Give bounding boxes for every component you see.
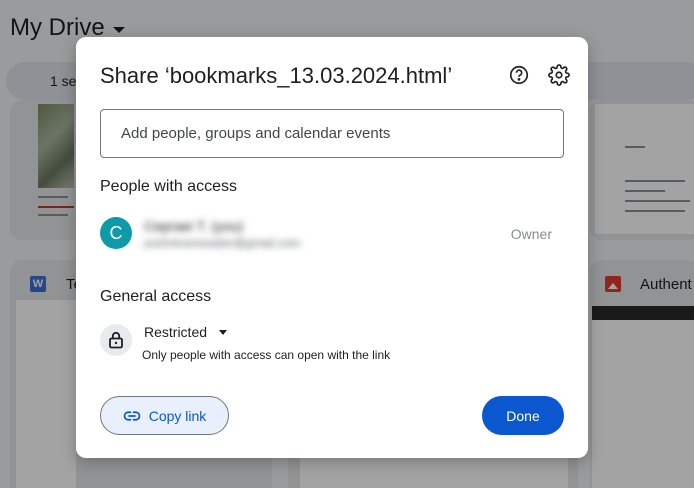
- dialog-title: Share ‘bookmarks_13.03.2024.html’: [100, 63, 453, 88]
- lock-icon: [100, 324, 132, 356]
- help-circle-icon[interactable]: [508, 64, 530, 86]
- avatar: C: [100, 217, 132, 249]
- copy-link-label: Copy link: [148, 407, 207, 424]
- person-role: Owner: [510, 226, 552, 242]
- general-access-heading: General access: [100, 288, 212, 305]
- people-with-access-heading: People with access: [100, 178, 237, 195]
- person-name: Cepraei T. (you): [144, 218, 244, 234]
- copy-link-button[interactable]: Copy link: [100, 396, 229, 435]
- general-access-dropdown[interactable]: Restricted: [138, 321, 233, 343]
- share-dialog: Share ‘bookmarks_13.03.2024.html’ People…: [76, 37, 588, 458]
- access-level-label: Restricted: [144, 324, 208, 340]
- chevron-down-icon: [219, 329, 228, 335]
- link-icon: [123, 410, 141, 421]
- person-email: yoshrknemeader@gmail.com: [144, 236, 301, 250]
- access-description: Only people with access can open with th…: [142, 348, 391, 362]
- done-button[interactable]: Done: [482, 396, 564, 435]
- gear-icon[interactable]: [548, 64, 570, 86]
- add-people-input[interactable]: [100, 109, 564, 158]
